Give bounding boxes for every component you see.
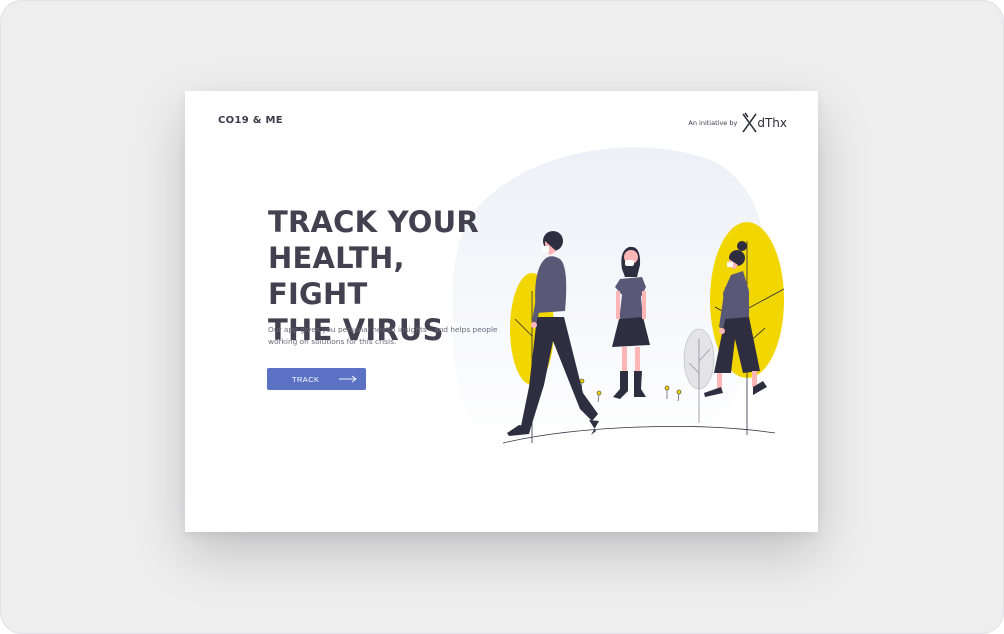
arrow-right-icon <box>339 375 357 383</box>
frame-background: CO19 & ME An initiative by dThx TRACK YO… <box>0 0 1004 634</box>
tree-grey <box>683 328 715 423</box>
initiative-by: An initiative by dThx <box>688 111 787 135</box>
initiative-label: An initiative by <box>688 119 738 127</box>
track-button-label: TRACK <box>292 374 320 384</box>
landing-page-card: CO19 & ME An initiative by dThx TRACK YO… <box>185 91 818 532</box>
headline-line-1: TRACK YOUR <box>268 205 479 239</box>
hero-description: Our app gives you personal health insigh… <box>268 325 498 346</box>
site-logo[interactable]: CO19 & ME <box>218 115 283 126</box>
flowers <box>579 378 682 403</box>
person-woman-center <box>612 246 650 399</box>
brand-name: dThx <box>757 116 787 130</box>
headline-line-2: HEALTH, FIGHT <box>268 241 405 311</box>
brand-link[interactable]: dThx <box>742 111 787 135</box>
people-walking-illustration <box>502 222 785 444</box>
brand-x-icon <box>742 112 757 133</box>
track-button[interactable]: TRACK <box>267 368 366 390</box>
